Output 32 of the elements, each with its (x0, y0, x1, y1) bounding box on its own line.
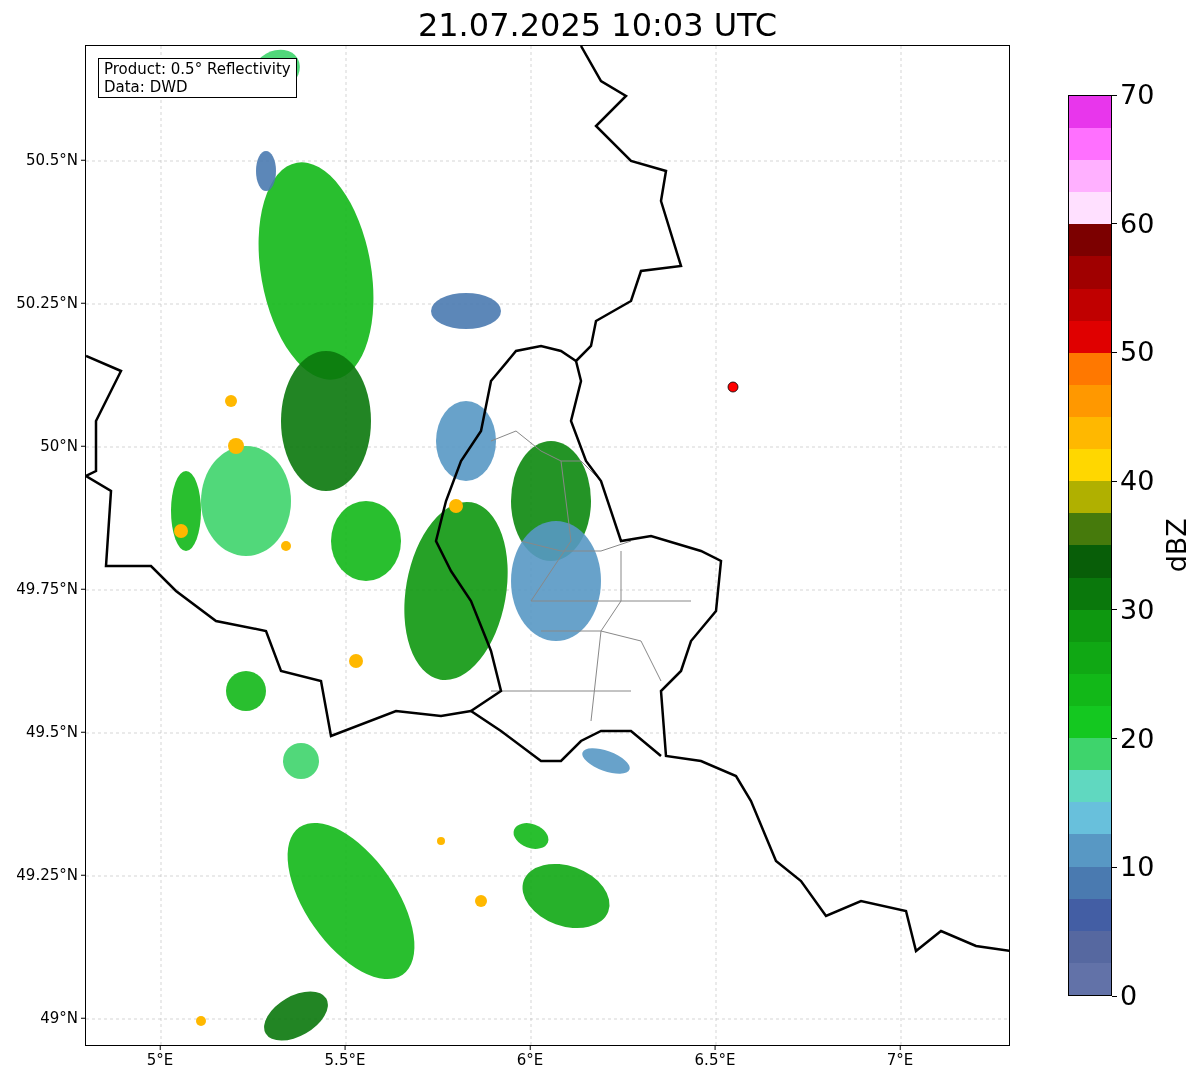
latitude-label: 49.5°N (25, 721, 78, 743)
longitude-label: 5°E (146, 1050, 174, 1070)
colorbar-label: 0 (1120, 981, 1138, 1011)
tick-mark (1112, 480, 1117, 482)
tick-mark (1112, 223, 1117, 225)
latitude-label: 49.25°N (16, 864, 78, 886)
chart-title: 21.07.2025 10:03 UTC (417, 5, 778, 45)
tick-mark (1112, 995, 1117, 997)
info-text: Data: DWD (104, 78, 189, 96)
tick-mark (1112, 351, 1117, 353)
tick-mark (1112, 866, 1117, 868)
latitude-label: 49°N (40, 1007, 78, 1029)
colorbar-label: 60 (1120, 208, 1155, 239)
colorbar-label: 50 (1120, 337, 1155, 368)
longitude-label: 7°E (886, 1050, 914, 1070)
latitude-label: 50.25°N (16, 292, 78, 314)
longitude-label: 5.5°E (324, 1050, 366, 1070)
info-text: Product: 0.5° Reflectivity (104, 60, 291, 78)
tick-mark (1112, 738, 1117, 740)
colorbar-title: dBZ (1159, 518, 1193, 573)
colorbar-label: 10 (1120, 852, 1155, 883)
colorbar-label: 30 (1120, 594, 1155, 625)
latitude-label: 50.5°N (25, 149, 78, 171)
longitude-label: 6.5°E (694, 1050, 736, 1070)
colorbar-label: 20 (1120, 723, 1155, 754)
latitude-label: 49.75°N (16, 578, 78, 600)
longitude-label: 6°E (516, 1050, 544, 1070)
tick-mark (1112, 609, 1117, 611)
latitude-label: 50°N (40, 435, 78, 457)
colorbar-label: 40 (1120, 466, 1155, 497)
tick-mark (1112, 94, 1117, 96)
colorbar-label: 70 (1120, 80, 1155, 110)
